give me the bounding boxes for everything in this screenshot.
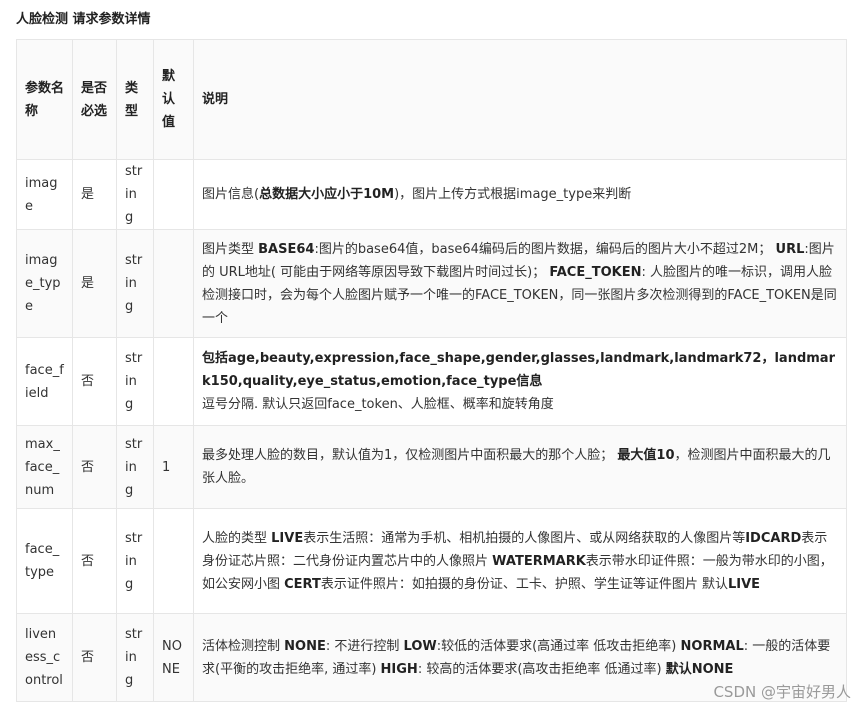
- required-cell: 否: [72, 337, 117, 426]
- description-text: 表示生活照：通常为手机、相机拍摄的人像图片、或从网络获取的人像图片等: [303, 530, 746, 546]
- csdn-watermark: CSDN @宇宙好男人: [713, 683, 851, 701]
- type-cell: string: [116, 425, 154, 509]
- description-bold-text: 最大值10: [617, 448, 675, 463]
- description-bold-text: HIGH: [380, 661, 418, 677]
- description-bold-text: LOW: [403, 638, 437, 654]
- description-bold-text: 默认NONE: [665, 661, 734, 677]
- table-row: face_field 否 string 包括age,beauty,expression…: [16, 337, 847, 426]
- param-name-cell: face_field: [16, 337, 73, 426]
- description-bold-text: URL: [775, 241, 805, 257]
- table-row: face_type 否 string 人脸的类型 LIVE表示生活照：通常为手机、相机…: [16, 508, 847, 614]
- description-cell: 图片类型 BASE64:图片的base64值，base64编码后的图片数据，编码…: [193, 229, 847, 338]
- description-text: 逗号分隔. 默认只返回face_token、人脸框、概率和旋转角度: [202, 397, 554, 412]
- header-default: 默认值: [153, 39, 194, 160]
- default-cell: 1: [153, 425, 194, 509]
- description-text: :较低的活体要求(高通过率 低攻击拒绝率): [436, 638, 681, 654]
- default-cell: [153, 508, 194, 614]
- description-bold-text: LIVE: [271, 530, 304, 546]
- table-row: image 是 string 图片信息(总数据大小应小于10M)，图片上传方式根据im…: [16, 159, 847, 230]
- description-bold-text: 包括age,beauty,expression,face_shape,gende…: [202, 351, 835, 389]
- description-text: 活体检测控制: [202, 638, 285, 654]
- type-cell: string: [116, 229, 154, 338]
- param-name-cell: max_face_num: [16, 425, 73, 509]
- section-title: 人脸检测 请求参数详情: [16, 12, 151, 27]
- description-text: 图片类型: [202, 241, 259, 257]
- description-text: 图片信息(: [202, 187, 260, 202]
- description-bold-text: IDCARD: [745, 530, 802, 546]
- param-name-cell: image: [16, 159, 73, 230]
- description-cell: 图片信息(总数据大小应小于10M)，图片上传方式根据image_type来判断: [193, 159, 847, 230]
- params-table: 参数名称 是否必选 类型 默认值 说明 image 是 string 图片信息(总数据…: [16, 39, 847, 702]
- default-cell: [153, 159, 194, 230]
- description-text: 人脸的类型: [202, 530, 272, 546]
- required-cell: 否: [72, 508, 117, 614]
- type-cell: string: [116, 508, 154, 614]
- required-cell: 否: [72, 613, 117, 702]
- header-param-name: 参数名称: [16, 39, 73, 160]
- description-bold-text: NORMAL: [680, 638, 744, 654]
- param-name-cell: image_type: [16, 229, 73, 338]
- description-text: )，图片上传方式根据image_type来判断: [394, 187, 632, 202]
- description-bold-text: 总数据大小应小于10M: [259, 187, 395, 202]
- table-row: max_face_num 否 string 1 最多处理人脸的数目，默认值为1，仅检测图…: [16, 425, 847, 509]
- header-required: 是否必选: [72, 39, 117, 160]
- default-cell: [153, 229, 194, 338]
- description-text: 表示证件照片：如拍摄的身份证、工卡、护照、学生证等证件图片 默认: [320, 576, 728, 592]
- description-bold-text: WATERMARK: [492, 553, 586, 569]
- description-text: : 较高的活体要求(高攻击拒绝率 低通过率): [417, 661, 666, 677]
- description-bold-text: NONE: [284, 638, 326, 654]
- description-cell: 人脸的类型 LIVE表示生活照：通常为手机、相机拍摄的人像图片、或从网络获取的人…: [193, 508, 847, 614]
- param-name-cell: face_type: [16, 508, 73, 614]
- description-text: 最多处理人脸的数目，默认值为1，仅检测图片中面积最大的那个人脸；: [202, 448, 618, 463]
- description-bold-text: LIVE: [728, 576, 761, 592]
- description-bold-text: CERT: [284, 576, 321, 592]
- type-cell: string: [116, 159, 154, 230]
- type-cell: string: [116, 613, 154, 702]
- description-bold-text: BASE64: [258, 241, 315, 257]
- description-bold-text: FACE_TOKEN: [549, 264, 642, 280]
- default-cell: NONE: [153, 613, 194, 702]
- header-description: 说明: [193, 39, 847, 160]
- description-cell: 包括age,beauty,expression,face_shape,gende…: [193, 337, 847, 426]
- param-name-cell: liveness_control: [16, 613, 73, 702]
- description-text: :图片的base64值，base64编码后的图片数据，编码后的图片大小不超过2M…: [314, 241, 776, 257]
- required-cell: 是: [72, 229, 117, 338]
- required-cell: 是: [72, 159, 117, 230]
- type-cell: string: [116, 337, 154, 426]
- header-type: 类型: [116, 39, 154, 160]
- required-cell: 否: [72, 425, 117, 509]
- table-row: image_type 是 string 图片类型 BASE64:图片的base64值，…: [16, 229, 847, 338]
- default-cell: [153, 337, 194, 426]
- description-text: : 不进行控制: [325, 638, 404, 654]
- description-cell: 最多处理人脸的数目，默认值为1，仅检测图片中面积最大的那个人脸； 最大值10，检…: [193, 425, 847, 509]
- table-header-row: 参数名称 是否必选 类型 默认值 说明: [16, 39, 847, 160]
